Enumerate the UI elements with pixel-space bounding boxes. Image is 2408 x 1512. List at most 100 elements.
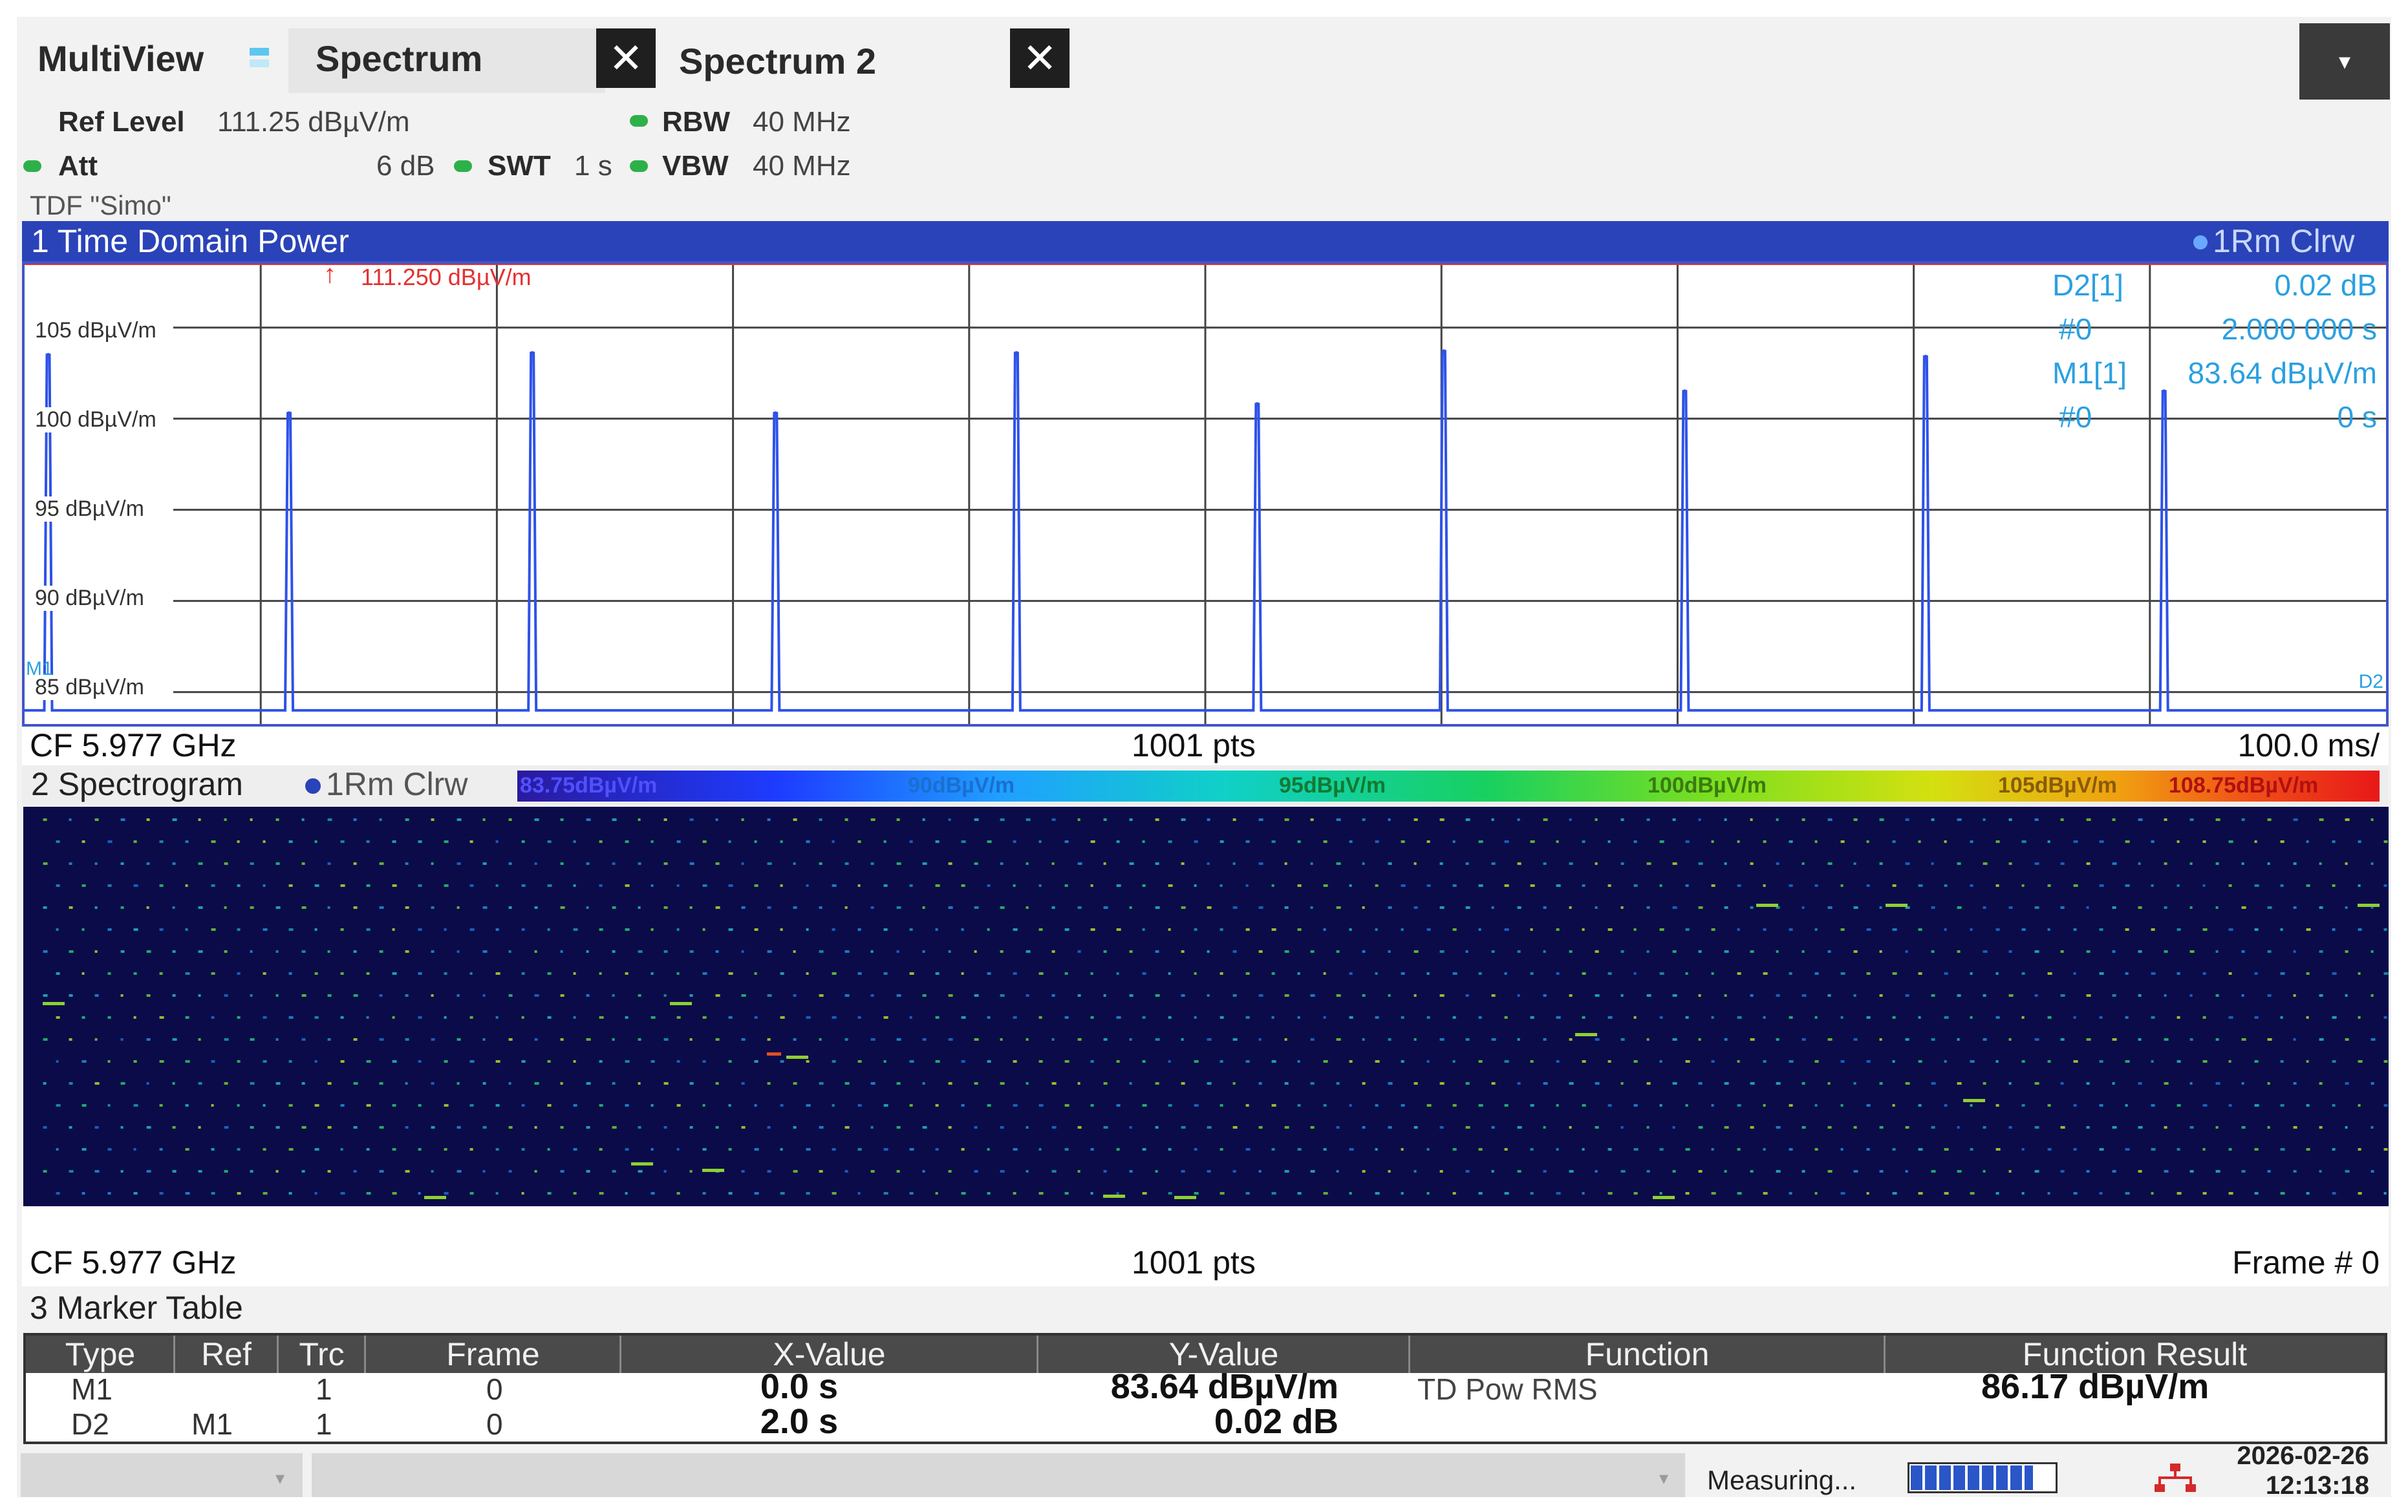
close-spectrum-tab-button[interactable]: ✕ [596,28,656,88]
trace-indicator-icon [2193,235,2208,250]
trace-peak-point [287,411,292,416]
marker-m1-x-value: 0 s [2337,400,2377,434]
tab-spectrum-2[interactable]: Spectrum 2 [679,40,876,82]
header-divider [619,1336,621,1373]
ref-level-value[interactable]: 111.25 dBµV/m [217,106,410,138]
swt-coupled-indicator [454,160,472,172]
cell-function-result: 86.17 dBµV/m [1981,1367,2209,1406]
header-divider [1408,1336,1410,1373]
trace-peak-point [1923,354,1928,359]
marker-m1-value: 83.64 dBµV/m [2188,356,2377,390]
cell-function: TD Pow RMS [1417,1372,1598,1406]
trace-peak-point [1441,349,1446,354]
marker-table-title: 3 Marker Table [30,1290,243,1326]
rbw-coupled-indicator [630,115,648,127]
header-divider [364,1336,366,1373]
status-time: 12:13:18 [2265,1471,2369,1497]
y-tick-label: 95 dBµV/m [35,496,144,522]
vbw-value[interactable]: 40 MHz [753,150,851,182]
header-divider [1037,1336,1038,1373]
header-type: Type [65,1336,136,1372]
spectrogram-pattern [43,818,2389,1199]
header-frame: Frame [446,1336,540,1372]
rbw-value[interactable]: 40 MHz [753,106,851,138]
marker-d2-sub-label: #0 [2059,312,2092,346]
time-domain-plot[interactable]: 105 dBµV/m 100 dBµV/m 95 dBµV/m 90 dBµV/… [22,260,2389,727]
rbw-label: RBW [662,106,731,138]
colorbar-tick-label: 100dBµV/m [1648,773,1767,798]
chevron-down-icon: ▾ [275,1468,285,1488]
window1-title: 1 Time Domain Power [31,223,349,259]
cell-frame: 0 [486,1407,503,1441]
window1-footer: CF 5.977 GHz 1001 pts 100.0 ms/ [22,727,2389,765]
measuring-status: Measuring... [1707,1465,1857,1495]
y-tick-label: 90 dBµV/m [35,586,144,611]
tab-multiview[interactable]: MultiView [38,37,204,80]
window1-trace-label: 1Rm Clrw [2213,223,2355,259]
tdf-label: TDF "Simo" [30,190,171,220]
att-coupled-indicator [23,160,41,172]
cell-x-value: 2.0 s [760,1402,838,1441]
window1-time-per-division: 100.0 ms/ [2237,727,2380,763]
progress-fill [1911,1465,2033,1490]
close-spectrum-2-tab-button[interactable]: ✕ [1010,28,1070,88]
marker-m1-sub-label: #0 [2059,400,2092,434]
ref-level-arrow-icon: ↑ [323,260,336,288]
trace-peak-point [1255,402,1260,407]
header-divider [173,1336,175,1373]
header-function: Function [1585,1336,1710,1372]
multiview-indicator-icon [250,48,269,56]
header-trc: Trc [299,1336,345,1372]
window2-points: 1001 pts [1132,1244,1256,1281]
measurement-progress-bar [1908,1462,2058,1493]
colorbar-max-label: 108.75dBµV/m [2169,773,2319,798]
trace-peak-point [46,352,50,357]
status-field-left[interactable] [21,1453,303,1497]
colorbar-min-label: 83.75dBµV/m [520,773,658,798]
trace-peak-point [530,351,535,356]
network-icon [2155,1464,2196,1492]
chevron-down-icon: ▾ [1659,1468,1669,1488]
marker-d2-x-value: 2.000 000 s [2221,312,2377,346]
cell-frame: 0 [486,1372,503,1406]
att-value[interactable]: 6 dB [376,150,435,182]
window2-header[interactable]: 2 Spectrogram 1Rm Clrw 83.75dBµV/m 90dBµ… [22,765,2389,805]
tab-spectrum-label: Spectrum [316,38,483,79]
trace-peak-point [1682,389,1687,394]
marker-d2-label: D2[1] [2052,268,2123,302]
y-tick-label: 105 dBµV/m [35,318,156,343]
cell-x-value: 0.0 s [760,1367,838,1406]
window2-center-frequency: CF 5.977 GHz [30,1244,237,1281]
window2-title: 2 Spectrogram [31,766,243,802]
status-date: 2026-02-26 [2237,1442,2369,1470]
time-domain-chart [25,264,2386,724]
marker-d2-value: 0.02 dB [2274,268,2377,302]
colorbar-tick-label: 105dBµV/m [1998,773,2117,798]
ref-level-label: Ref Level [58,106,185,138]
ref-level-marker-label: 111.250 dBµV/m [361,264,532,290]
header-divider [277,1336,279,1373]
status-field-message [312,1453,1685,1497]
colorbar-tick-label: 90dBµV/m [908,773,1015,798]
cell-y-value: 0.02 dB [1214,1402,1338,1441]
vbw-label: VBW [662,150,729,182]
overflow-menu-button[interactable]: ▾ [2299,23,2390,100]
header-ref: Ref [201,1336,252,1372]
multiview-indicator-icon-lower [250,59,269,67]
cell-type: M1 [71,1372,113,1406]
cell-ref: M1 [191,1407,233,1441]
trace-peak-point [1014,351,1018,356]
window2-trace-label: 1Rm Clrw [326,766,468,802]
m1-marker-tag[interactable]: M1 [26,658,53,680]
d2-marker-tag[interactable]: D2 [2359,671,2383,693]
analyzer-screen: MultiView Spectrum ✕ Spectrum 2 ✕ ▾ Ref … [17,17,2391,1497]
header-divider [1884,1336,1886,1373]
cell-trc: 1 [316,1407,332,1441]
swt-value[interactable]: 1 s [574,150,612,182]
trace-peak-point [773,411,778,416]
window1-header[interactable]: 1 Time Domain Power 1Rm Clrw [22,221,2389,261]
y-tick-label: 100 dBµV/m [35,407,156,432]
cell-trc: 1 [316,1372,332,1406]
spectrogram-display[interactable] [23,807,2389,1206]
trace-indicator-icon [305,778,321,794]
